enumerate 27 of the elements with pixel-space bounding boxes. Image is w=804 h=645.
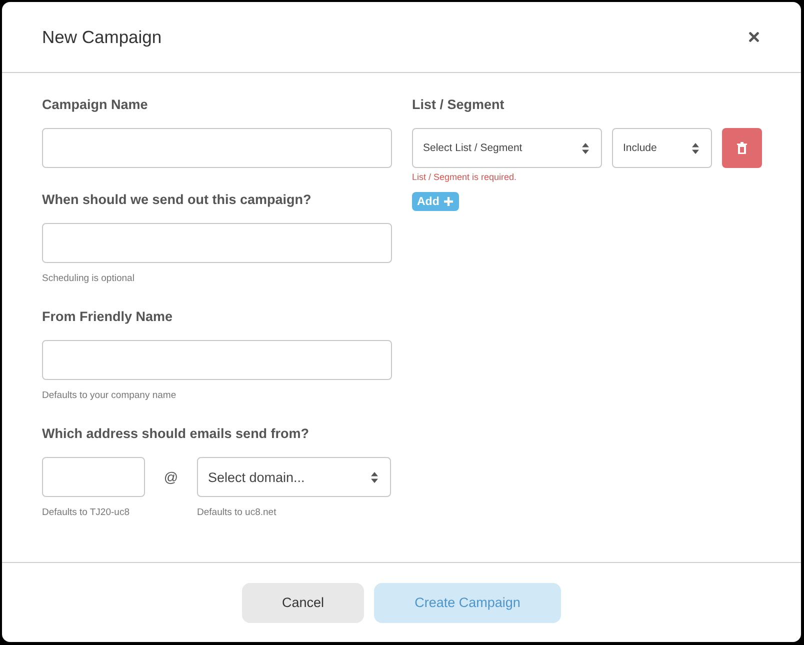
- text-field[interactable]: [42, 223, 392, 263]
- delete-button[interactable]: [722, 128, 762, 168]
- mode-select[interactable]: Include: [612, 128, 712, 168]
- field-hint: Defaults to TJ20-uc8: [42, 506, 130, 519]
- domain-select[interactable]: Select domain...: [197, 457, 391, 497]
- trash-icon: [737, 142, 747, 154]
- sort-icon: [371, 472, 378, 482]
- field-label: Which address should emails send from?: [42, 426, 310, 442]
- dialog-title: New Campaign: [42, 26, 162, 48]
- sort-icon: [692, 142, 699, 154]
- field-hint: Defaults to your company name: [42, 389, 176, 402]
- text-field[interactable]: [42, 340, 392, 380]
- field-label: From Friendly Name: [42, 309, 173, 325]
- sort-icon: [582, 142, 589, 154]
- text-field[interactable]: [42, 128, 392, 168]
- list-select[interactable]: Select List / Segment: [412, 128, 602, 168]
- at-sign: @: [164, 469, 178, 485]
- field-label: When should we send out this campaign?: [42, 192, 312, 208]
- text-field[interactable]: [42, 457, 145, 497]
- error-message: List / Segment is required.: [412, 171, 517, 183]
- field-hint: Defaults to uc8.net: [197, 506, 276, 519]
- cancel-button[interactable]: Cancel: [242, 582, 364, 622]
- close-icon: [749, 32, 759, 42]
- field-label: Campaign Name: [42, 97, 148, 113]
- plus-icon: [444, 197, 454, 206]
- field-label: List / Segment: [412, 97, 504, 113]
- field-hint: Scheduling is optional: [42, 272, 134, 285]
